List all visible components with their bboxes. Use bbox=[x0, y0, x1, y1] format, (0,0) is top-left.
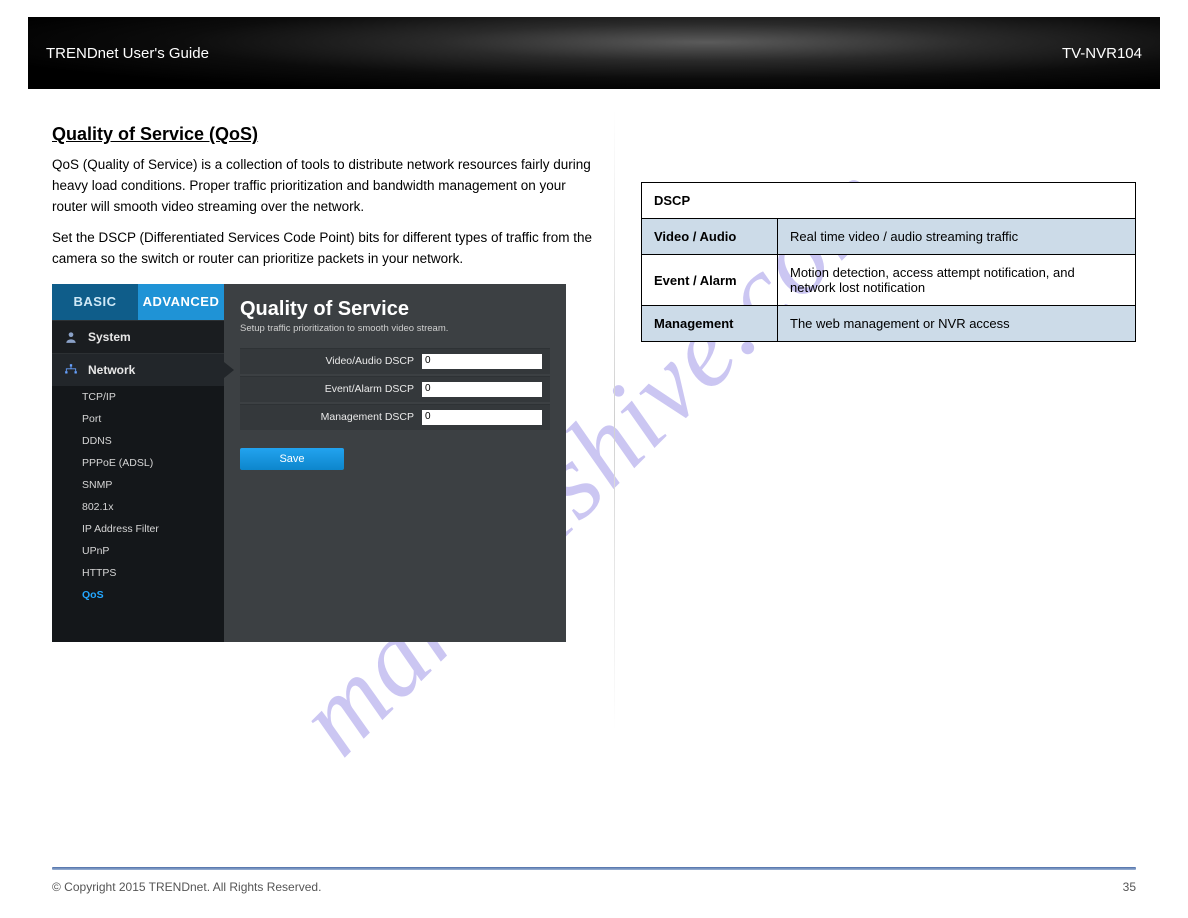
tab-advanced[interactable]: ADVANCED bbox=[138, 284, 224, 320]
table-row: Event / Alarm Motion detection, access a… bbox=[642, 255, 1136, 306]
qos-screenshot: BASIC ADVANCED System Network bbox=[52, 284, 566, 642]
save-button[interactable]: Save bbox=[240, 448, 344, 470]
group-network-label: Network bbox=[88, 363, 135, 377]
sidebar-item-snmp[interactable]: SNMP bbox=[52, 474, 224, 496]
table-header: DSCP bbox=[642, 183, 1136, 219]
sidebar-group-network[interactable]: Network bbox=[52, 353, 224, 386]
field-input[interactable]: 0 bbox=[422, 410, 542, 425]
row-value: Real time video / audio streaming traffi… bbox=[778, 219, 1136, 255]
sidebar-item-ddns[interactable]: DDNS bbox=[52, 430, 224, 452]
field-label: Management DSCP bbox=[248, 411, 422, 423]
tab-basic[interactable]: BASIC bbox=[52, 284, 138, 320]
group-system-label: System bbox=[88, 330, 131, 344]
user-icon bbox=[62, 330, 80, 344]
form-row: Event/Alarm DSCP0 bbox=[240, 376, 550, 402]
network-icon bbox=[62, 363, 80, 377]
paragraph-2: Set the DSCP (Differentiated Services Co… bbox=[52, 228, 597, 270]
paragraph-1: QoS (Quality of Service) is a collection… bbox=[52, 155, 597, 218]
shot-tabs: BASIC ADVANCED bbox=[52, 284, 224, 320]
sidebar-sublist: TCP/IPPortDDNSPPPoE (ADSL)SNMP802.1xIP A… bbox=[52, 386, 224, 606]
sidebar-item-upnp[interactable]: UPnP bbox=[52, 540, 224, 562]
left-column: Quality of Service (QoS) QoS (Quality of… bbox=[52, 110, 597, 642]
shot-subtitle: Setup traffic prioritization to smooth v… bbox=[240, 323, 550, 334]
footer-rule bbox=[52, 867, 1136, 870]
row-value: Motion detection, access attempt notific… bbox=[778, 255, 1136, 306]
row-label: Video / Audio bbox=[642, 219, 778, 255]
banner-left-text: TRENDnet User's Guide bbox=[46, 45, 209, 62]
right-column: DSCP Video / Audio Real time video / aud… bbox=[641, 110, 1136, 642]
column-divider bbox=[614, 110, 615, 730]
footer: © Copyright 2015 TRENDnet. All Rights Re… bbox=[52, 880, 1136, 894]
table-row: Management The web management or NVR acc… bbox=[642, 306, 1136, 342]
table-row: Video / Audio Real time video / audio st… bbox=[642, 219, 1136, 255]
sidebar-group-system[interactable]: System bbox=[52, 320, 224, 353]
shot-sidebar: BASIC ADVANCED System Network bbox=[52, 284, 224, 642]
field-input[interactable]: 0 bbox=[422, 354, 542, 369]
field-label: Video/Audio DSCP bbox=[248, 355, 422, 367]
page-banner: TRENDnet User's Guide TV-NVR104 bbox=[28, 17, 1160, 89]
sidebar-item-tcp-ip[interactable]: TCP/IP bbox=[52, 386, 224, 408]
sidebar-item-pppoe-adsl-[interactable]: PPPoE (ADSL) bbox=[52, 452, 224, 474]
banner-right-text: TV-NVR104 bbox=[1062, 45, 1142, 62]
sidebar-item-802-1x[interactable]: 802.1x bbox=[52, 496, 224, 518]
sidebar-item-qos[interactable]: QoS bbox=[52, 584, 224, 606]
form-row: Video/Audio DSCP0 bbox=[240, 348, 550, 374]
copyright: © Copyright 2015 TRENDnet. All Rights Re… bbox=[52, 880, 321, 894]
sidebar-item-https[interactable]: HTTPS bbox=[52, 562, 224, 584]
row-label: Event / Alarm bbox=[642, 255, 778, 306]
form-row: Management DSCP0 bbox=[240, 404, 550, 430]
dscp-table: DSCP Video / Audio Real time video / aud… bbox=[641, 182, 1136, 342]
row-label: Management bbox=[642, 306, 778, 342]
section-heading: Quality of Service (QoS) bbox=[52, 124, 597, 145]
field-label: Event/Alarm DSCP bbox=[248, 383, 422, 395]
shot-title: Quality of Service bbox=[240, 298, 550, 321]
row-value: The web management or NVR access bbox=[778, 306, 1136, 342]
field-input[interactable]: 0 bbox=[422, 382, 542, 397]
sidebar-item-port[interactable]: Port bbox=[52, 408, 224, 430]
shot-main: Quality of Service Setup traffic priorit… bbox=[224, 284, 566, 642]
page-body: Quality of Service (QoS) QoS (Quality of… bbox=[52, 110, 1136, 878]
sidebar-item-ip-address-filter[interactable]: IP Address Filter bbox=[52, 518, 224, 540]
page-number: 35 bbox=[1123, 880, 1136, 894]
